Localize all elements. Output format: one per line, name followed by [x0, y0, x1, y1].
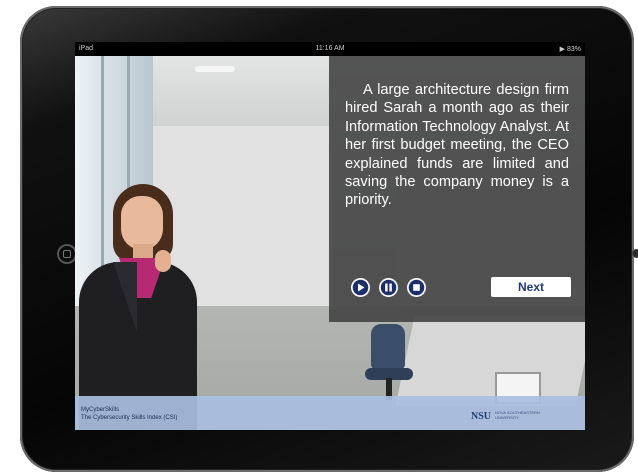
- battery-indicator: ▶ 83%: [559, 46, 581, 53]
- ceiling-light: [195, 66, 235, 72]
- lesson-screen: A large architecture design firm hired S…: [75, 56, 585, 430]
- status-bar: iPad 11:16 AM ▶ 83%: [75, 42, 585, 56]
- pause-icon: [380, 279, 397, 296]
- play-icon: [352, 279, 369, 296]
- narration-text: A large architecture design firm hired S…: [345, 82, 569, 209]
- office-desk: [395, 316, 585, 406]
- footer-title: MyCyberSkills: [81, 407, 120, 413]
- front-camera: [632, 249, 638, 258]
- next-button[interactable]: Next: [491, 277, 571, 297]
- clock: 11:16 AM: [315, 45, 345, 52]
- stop-icon: [408, 279, 425, 296]
- stop-button[interactable]: [407, 278, 426, 297]
- narration-panel: A large architecture design firm hired S…: [329, 56, 585, 322]
- home-button[interactable]: [57, 244, 77, 264]
- character-sarah: [75, 184, 205, 430]
- nsu-logo: NSU: [471, 411, 491, 421]
- footer-branding: MyCyberSkills The Cybersecurity Skills I…: [81, 406, 177, 422]
- play-button[interactable]: [351, 278, 370, 297]
- university-name: NOVA SOUTHEASTERN UNIVERSITY: [495, 410, 540, 420]
- footer-subtitle: The Cybersecurity Skills Index (CSI): [81, 415, 178, 421]
- pause-button[interactable]: [379, 278, 398, 297]
- office-chair: [371, 324, 405, 370]
- footer-bar: MyCyberSkills The Cybersecurity Skills I…: [75, 396, 585, 430]
- svg-text:NSU: NSU: [471, 411, 491, 421]
